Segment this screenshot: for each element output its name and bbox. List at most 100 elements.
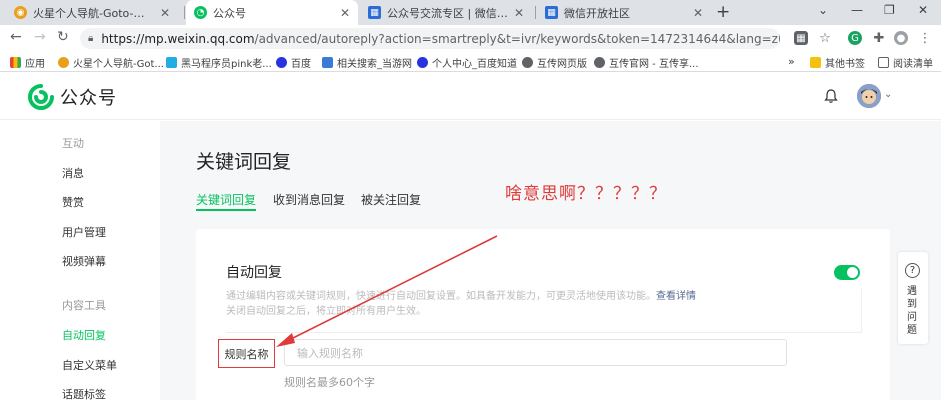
site-icon xyxy=(322,57,333,68)
browser-tab[interactable]: ◉ 火星个人导航-Goto-mars.com ✕ xyxy=(6,0,178,25)
sidebar-item-messages[interactable]: 消息 xyxy=(62,165,84,181)
bookmark-label: 互传官网 - 互传享... xyxy=(609,59,699,70)
avatar[interactable] xyxy=(857,84,881,108)
globe-icon xyxy=(522,57,533,68)
auto-reply-toggle[interactable] xyxy=(834,265,860,280)
forward-icon[interactable]: → xyxy=(34,29,46,45)
kebab-menu-icon[interactable]: ⋮ xyxy=(918,31,932,46)
sidebar: 互动 消息 赞赏 用户管理 视频弹幕 内容工具 自动回复 自定义菜单 话题标签 xyxy=(0,121,160,400)
close-icon[interactable]: ✕ xyxy=(160,6,170,20)
rule-name-input[interactable]: 输入规则名称 xyxy=(284,339,787,366)
tab-title: 火星个人导航-Goto-mars.com xyxy=(33,6,154,20)
tab-message-reply[interactable]: 收到消息回复 xyxy=(273,191,345,208)
bookmark-label: 应用 xyxy=(25,59,45,70)
bookmark-item[interactable]: 互传网页版 xyxy=(522,55,587,70)
profile-icon[interactable]: ● xyxy=(894,31,908,45)
browser-tab-strip: ◉ 火星个人导航-Goto-mars.com ✕ ◔ 公众号 ✕ ▦ 公众号交流… xyxy=(0,0,941,25)
star-icon[interactable]: ☆ xyxy=(818,31,832,46)
bookmark-item[interactable]: 百度 xyxy=(276,55,311,70)
tab-title: 微信开放社区 xyxy=(564,6,630,20)
new-tab-button[interactable]: + xyxy=(716,2,730,22)
view-details-link[interactable]: 查看详情 xyxy=(656,291,696,302)
baidu-paw-icon xyxy=(276,57,287,68)
bookmark-label: 黑马程序员pink老... xyxy=(181,59,272,70)
sidebar-item-custom-menu[interactable]: 自定义菜单 xyxy=(62,357,117,373)
logo-text: 公众号 xyxy=(60,88,117,109)
browser-tab[interactable]: ▦ 公众号交流专区 | 微信开放社区 ✕ xyxy=(360,0,532,25)
bookmark-item[interactable]: 个人中心_百度知道 xyxy=(417,55,517,70)
close-icon[interactable]: ✕ xyxy=(340,6,350,20)
bookmark-item[interactable]: 相关搜索_当游网 xyxy=(322,55,412,70)
back-icon[interactable]: ← xyxy=(10,29,22,45)
puzzle-icon[interactable]: ✚ xyxy=(872,31,886,46)
sidebar-group-title: 内容工具 xyxy=(62,299,106,312)
bookmarks-bar: 应用 火星个人导航-Got... 黑马程序员pink老... 百度 相关搜索_当… xyxy=(0,52,941,72)
qr-code-icon[interactable]: ▦ xyxy=(794,31,808,45)
reading-list-icon xyxy=(878,57,889,68)
wechat-open-icon: ▦ xyxy=(368,6,381,19)
baidu-paw-icon xyxy=(417,57,428,68)
sidebar-item-auto-reply[interactable]: 自动回复 xyxy=(62,327,106,343)
mars-icon: ◉ xyxy=(14,6,27,19)
reading-list-button[interactable]: 阅读清单 xyxy=(878,55,933,70)
window-close-icon[interactable]: ✕ xyxy=(918,3,928,17)
bookmark-label: 百度 xyxy=(291,59,311,70)
tab-keyword-reply[interactable]: 关键词回复 xyxy=(196,191,256,208)
main-content: 关键词回复 关键词回复 收到消息回复 被关注回复 啥意思啊？？？？？ 自动回复 … xyxy=(160,121,941,400)
url-host: https://mp.weixin.qq.com xyxy=(101,31,255,46)
auto-reply-description: 通过编辑内容或关键词规则，快速进行自动回复设置。如具备开发能力，可更灵活地使用该… xyxy=(226,289,862,333)
mp-logo[interactable]: 公众号 xyxy=(28,84,117,110)
browser-tab-active[interactable]: ◔ 公众号 ✕ xyxy=(186,0,358,25)
sidebar-item-user-management[interactable]: 用户管理 xyxy=(62,224,106,240)
bookmark-label: 互传网页版 xyxy=(537,59,587,70)
toggle-knob xyxy=(847,267,858,278)
bookmark-folder[interactable]: 其他书签 xyxy=(810,55,865,70)
restore-icon[interactable]: ❐ xyxy=(884,3,895,17)
tab-search-icon[interactable]: ⌄ xyxy=(818,3,828,17)
question-icon: ? xyxy=(905,263,920,278)
auto-reply-title: 自动回复 xyxy=(226,265,282,281)
auto-reply-card: 自动回复 通过编辑内容或关键词规则，快速进行自动回复设置。如具备开发能力，可更灵… xyxy=(196,229,890,400)
tab-follow-reply[interactable]: 被关注回复 xyxy=(361,191,421,208)
chevron-down-icon[interactable]: ⌄ xyxy=(884,89,892,100)
description-text: 通过编辑内容或关键词规则，快速进行自动回复设置。如具备开发能力，可更灵活地使用该… xyxy=(226,291,656,302)
apps-grid-icon xyxy=(10,57,21,68)
rule-name-label: 规则名称 xyxy=(218,339,275,368)
help-widget[interactable]: ? 遇到问题 xyxy=(898,252,928,344)
address-bar[interactable]: 🔒︎ https://mp.weixin.qq.com/advanced/aut… xyxy=(80,28,780,49)
url-path: /advanced/autoreply?action=smartreply&t=… xyxy=(254,31,780,46)
mars-icon xyxy=(58,57,69,68)
sidebar-item-video-danmaku[interactable]: 视频弹幕 xyxy=(62,253,106,269)
minimize-icon[interactable]: — xyxy=(851,3,863,17)
folder-icon xyxy=(810,57,821,68)
tab-title: 公众号交流专区 | 微信开放社区 xyxy=(387,6,508,20)
avatar-image xyxy=(857,84,881,108)
close-icon[interactable]: ✕ xyxy=(693,6,703,20)
active-tab-underline xyxy=(196,209,256,211)
bell-icon[interactable] xyxy=(823,88,839,104)
bookmark-label: 其他书签 xyxy=(825,59,865,70)
sidebar-item-topic-tags[interactable]: 话题标签 xyxy=(62,386,106,400)
bookmark-item[interactable]: 互传官网 - 互传享... xyxy=(594,55,699,70)
bilibili-icon xyxy=(166,57,177,68)
lock-icon: 🔒︎ xyxy=(88,33,94,44)
wechat-mp-icon: ◔ xyxy=(194,6,207,19)
bookmark-item[interactable]: 应用 xyxy=(10,55,45,70)
wechat-mp-logo-icon xyxy=(28,84,54,110)
sidebar-item-appreciation[interactable]: 赞赏 xyxy=(62,194,84,210)
reload-icon[interactable]: ↻ xyxy=(57,29,69,45)
more-bookmarks-button[interactable]: » xyxy=(788,55,795,68)
page-title: 关键词回复 xyxy=(196,151,292,173)
browser-tab[interactable]: ▦ 微信开放社区 ✕ xyxy=(537,0,711,25)
rule-name-hint: 规则名最多60个字 xyxy=(284,376,375,389)
bookmark-item[interactable]: 黑马程序员pink老... xyxy=(166,55,272,70)
bookmark-item[interactable]: 火星个人导航-Got... xyxy=(58,55,164,70)
extension-g-icon[interactable]: G xyxy=(848,31,862,45)
close-icon[interactable]: ✕ xyxy=(514,6,524,20)
browser-toolbar: ← → ↻ 🔒︎ https://mp.weixin.qq.com/advanc… xyxy=(0,25,941,52)
tab-divider xyxy=(184,6,185,19)
page-header: 公众号 ⌄ xyxy=(0,72,941,120)
handwritten-annotation: 啥意思啊？？？？？ xyxy=(505,184,667,204)
tab-divider xyxy=(535,6,536,19)
tab-title: 公众号 xyxy=(213,6,246,20)
